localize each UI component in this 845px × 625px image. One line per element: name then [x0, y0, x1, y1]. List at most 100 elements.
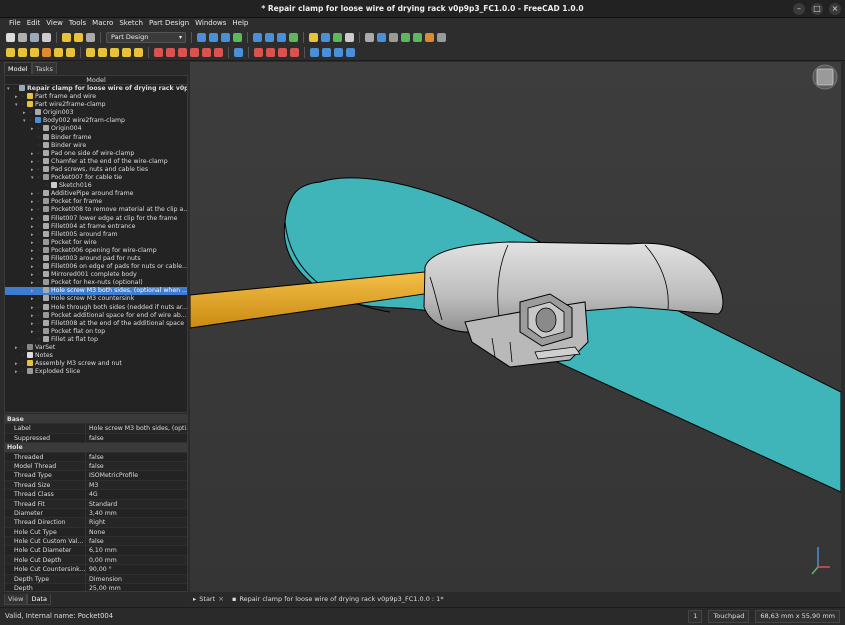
tree-item[interactable]: ▸ ◦ Fillet005 around fram — [5, 230, 187, 239]
property-row[interactable]: Depth 25,00 mm — [5, 584, 187, 591]
tree-item[interactable]: ▸ ◦ Pad screws, nuts and cable ties — [5, 165, 187, 174]
property-value[interactable]: 3,40 mm — [86, 509, 187, 517]
linear-pattern-icon[interactable] — [266, 48, 275, 57]
menu-macro[interactable]: Macro — [89, 18, 116, 29]
tree-item[interactable]: ▸ ◦ Origin003 — [5, 109, 187, 117]
mirrored-icon[interactable] — [254, 48, 263, 57]
menu-windows[interactable]: Windows — [192, 18, 229, 29]
hole-icon[interactable] — [166, 48, 175, 57]
tree-item[interactable]: ▾ ◦ Part wire2frame-clamp — [5, 101, 187, 109]
tree-item[interactable]: ▸ ◦ Pad one side of wire-clamp — [5, 149, 187, 158]
subtractive-loft-icon[interactable] — [190, 48, 199, 57]
property-row[interactable]: Suppressed false — [5, 433, 187, 444]
fillet-icon[interactable] — [310, 48, 319, 57]
tree-item[interactable]: ▸ ◦ Mirrored001 complete body — [5, 271, 187, 279]
property-value[interactable]: Hole screw M3 both sides, (opti... — [86, 424, 187, 432]
tree-item[interactable]: ▸ ◦ Pocket additional space for end of wir… — [5, 311, 187, 320]
additive-primitive-icon[interactable] — [134, 48, 143, 57]
property-row[interactable]: Hole Cut Diameter 6,10 mm — [5, 546, 187, 556]
tree-item[interactable]: ◦ Notes — [5, 352, 187, 360]
menu-sketch[interactable]: Sketch — [116, 18, 146, 29]
tree-item[interactable]: ▸ ◦ Hole screw M3 countersink — [5, 295, 187, 303]
property-value[interactable]: false — [86, 434, 187, 442]
datum-point-icon[interactable] — [30, 48, 39, 57]
tree-item[interactable]: ▸ ◦ Exploded Slice — [5, 368, 187, 376]
redo-icon[interactable] — [74, 32, 83, 42]
thickness-icon[interactable] — [346, 48, 355, 57]
save-document-icon[interactable] — [30, 32, 39, 42]
subtractive-pipe-icon[interactable] — [202, 48, 211, 57]
property-value[interactable]: false — [86, 462, 187, 470]
view-link-icon[interactable] — [289, 32, 298, 42]
menu-tools[interactable]: Tools — [66, 18, 89, 29]
menu-file[interactable]: File — [6, 18, 24, 29]
scene[interactable] — [190, 62, 841, 592]
property-row[interactable]: Diameter 3,40 mm — [5, 508, 187, 519]
tree-item[interactable]: ▸ ◦ Origin004 — [5, 125, 187, 133]
print-icon[interactable] — [42, 32, 51, 42]
property-row[interactable]: Threaded false — [5, 452, 187, 462]
tree-item[interactable]: ▸ ◦ Fillet004 at frame entrance — [5, 222, 187, 231]
datum-line-icon[interactable] — [42, 48, 51, 57]
variables-icon[interactable] — [345, 32, 354, 42]
property-value[interactable]: Standard — [86, 500, 187, 508]
tree-item[interactable]: ▸ ◦ Pocket for wire — [5, 238, 187, 247]
property-row[interactable]: Hole Cut Custom Val... false — [5, 537, 187, 547]
pipe-icon[interactable] — [122, 48, 131, 57]
macro-icon[interactable] — [377, 32, 386, 42]
refresh-icon[interactable] — [86, 32, 95, 42]
tree-item[interactable]: ▸ ◦ VarSet — [5, 344, 187, 352]
property-value[interactable]: 90,00 ° — [86, 565, 187, 573]
tree-item[interactable]: ◦ Fillet at flat top — [5, 335, 187, 344]
tab-document[interactable]: ▪ Repair clamp for loose wire of drying … — [232, 595, 444, 603]
property-row[interactable]: Thread Fit Standard — [5, 499, 187, 509]
groove-icon[interactable] — [178, 48, 187, 57]
tree-item[interactable]: ▸ ◦ Pocket for hex-nuts (optional) — [5, 279, 187, 287]
menu-part-design[interactable]: Part Design — [146, 18, 192, 29]
undo-icon[interactable] — [62, 32, 71, 42]
tab-view[interactable]: View — [4, 594, 28, 605]
feature-icon[interactable] — [401, 32, 410, 42]
chamfer-icon[interactable] — [322, 48, 331, 57]
subtractive-primitive-icon[interactable] — [214, 48, 223, 57]
new-document-icon[interactable] — [6, 32, 15, 42]
property-value[interactable]: ISOMetricProfile — [86, 471, 187, 479]
tab-tasks[interactable]: Tasks — [31, 62, 57, 74]
tree-item[interactable]: ▸ ◦ Part frame and wire — [5, 93, 187, 101]
property-row[interactable]: Thread Class 4G — [5, 490, 187, 500]
workbench-selector[interactable]: Part Design — [106, 31, 186, 43]
part-icon[interactable] — [309, 32, 318, 42]
view-measure-icon[interactable] — [277, 32, 286, 42]
3d-viewport[interactable] — [190, 62, 841, 592]
menu-edit[interactable]: Edit — [24, 18, 44, 29]
draw-style-icon[interactable] — [221, 32, 230, 42]
property-value[interactable]: 6,10 mm — [86, 546, 187, 554]
shape-binder-icon[interactable] — [66, 48, 75, 57]
tab-model[interactable]: Model — [4, 62, 32, 74]
tab-data[interactable]: Data — [27, 594, 51, 605]
tree-item[interactable]: ▾ ◦ Body002 wire2fram-clamp — [5, 117, 187, 125]
property-row[interactable]: Thread Direction Right — [5, 518, 187, 528]
property-value[interactable]: 25,00 mm — [86, 584, 187, 591]
zoom-fit-icon[interactable] — [197, 32, 206, 42]
tree-item[interactable]: ▸ ◦ Fillet003 around pad for nuts — [5, 254, 187, 263]
whats-this-icon[interactable] — [425, 32, 434, 42]
boolean-icon[interactable] — [234, 48, 243, 57]
create-body-icon[interactable] — [6, 48, 15, 57]
options-icon[interactable] — [437, 32, 446, 42]
tree-item[interactable]: ▸ ◦ Pocket006 opening for wire-clamp — [5, 246, 187, 255]
polar-pattern-icon[interactable] — [278, 48, 287, 57]
plugin-icon[interactable] — [413, 32, 422, 42]
tree-item[interactable]: ▸ ◦ Pocket008 to remove material at the cl… — [5, 206, 187, 214]
pocket-icon[interactable] — [154, 48, 163, 57]
multi-transform-icon[interactable] — [290, 48, 299, 57]
navigation-style-selector[interactable]: Touchpad — [708, 610, 750, 623]
property-group[interactable]: Hole — [5, 443, 187, 453]
tree-item[interactable]: ▸ ◦ Fillet006 on edge of pads for nuts or … — [5, 263, 187, 271]
property-group[interactable]: Base — [5, 415, 187, 425]
tab-start[interactable]: ▸ Start × — [193, 595, 224, 603]
datum-plane-icon[interactable] — [54, 48, 63, 57]
property-row[interactable]: Hole Cut Type None — [5, 527, 187, 538]
loft-icon[interactable] — [110, 48, 119, 57]
draft-icon[interactable] — [334, 48, 343, 57]
